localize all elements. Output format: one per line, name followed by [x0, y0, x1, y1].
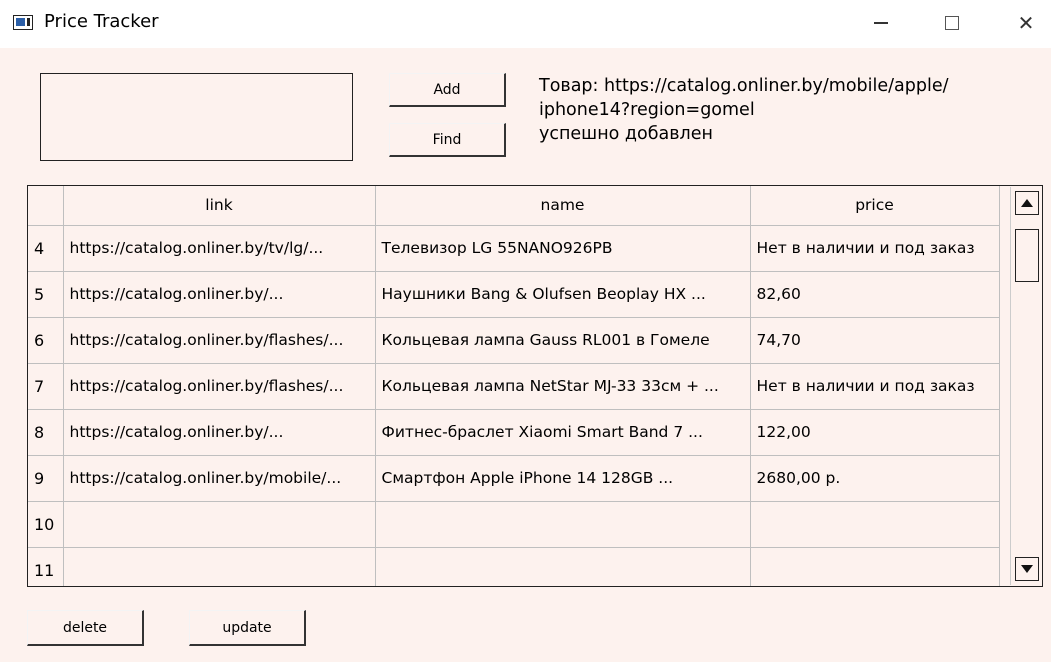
link-cell[interactable]	[63, 547, 376, 586]
link-cell[interactable]: https://catalog.onliner.by/...	[63, 271, 376, 318]
link-cell[interactable]: https://catalog.onliner.by/flashes/...	[63, 363, 376, 410]
row-number[interactable]: 4	[28, 225, 64, 272]
column-header-price[interactable]: price	[750, 186, 1000, 226]
row-number[interactable]: 7	[28, 363, 64, 410]
status-line: успешно добавлен	[539, 124, 713, 144]
table-row[interactable]: 4 https://catalog.onliner.by/tv/lg/... Т…	[28, 225, 1000, 272]
arrow-down-icon	[1021, 565, 1033, 573]
name-cell[interactable]: Наушники Bang & Olufsen Beoplay HX ...	[375, 271, 751, 318]
arrow-up-icon	[1021, 199, 1033, 207]
products-table: link name price 4 https://catalog.online…	[27, 185, 1043, 587]
row-number[interactable]: 5	[28, 271, 64, 318]
row-number[interactable]: 10	[28, 501, 64, 548]
title-bar: Price Tracker ✕	[0, 0, 1051, 48]
price-cell[interactable]: 2680,00 р.	[750, 455, 1000, 502]
name-cell[interactable]: Кольцевая лампа NetStar MJ-33 33см + ...	[375, 363, 751, 410]
link-input[interactable]	[40, 73, 353, 161]
price-cell[interactable]: Нет в наличии и под заказ	[750, 363, 1000, 410]
app-icon	[13, 15, 33, 30]
name-cell[interactable]: Телевизор LG 55NANO926PB	[375, 225, 751, 272]
status-line: Товар: https://catalog.onliner.by/mobile…	[539, 76, 949, 96]
table-header-row: link name price	[28, 186, 1000, 226]
column-header-link[interactable]: link	[63, 186, 376, 226]
main-panel: Add Find Товар: https://catalog.onliner.…	[0, 48, 1051, 662]
add-button[interactable]: Add	[389, 73, 506, 107]
link-cell[interactable]: https://catalog.onliner.by/...	[63, 409, 376, 456]
row-number[interactable]: 11	[28, 547, 64, 586]
column-header-name[interactable]: name	[375, 186, 751, 226]
name-cell[interactable]: Смартфон Apple iPhone 14 128GB ...	[375, 455, 751, 502]
name-cell[interactable]: Фитнес-браслет Xiaomi Smart Band 7 ...	[375, 409, 751, 456]
price-cell[interactable]: 122,00	[750, 409, 1000, 456]
scroll-thumb[interactable]	[1015, 229, 1039, 282]
maximize-button[interactable]	[929, 6, 975, 40]
name-cell[interactable]	[375, 501, 751, 548]
table-row[interactable]: 8 https://catalog.onliner.by/... Фитнес-…	[28, 409, 1000, 456]
price-cell[interactable]: 74,70	[750, 317, 1000, 364]
price-cell[interactable]	[750, 501, 1000, 548]
table-scrollbar[interactable]	[1010, 187, 1041, 585]
maximize-icon	[945, 16, 959, 30]
price-cell[interactable]	[750, 547, 1000, 586]
price-cell[interactable]: Нет в наличии и под заказ	[750, 225, 1000, 272]
minimize-icon	[874, 22, 888, 24]
link-cell[interactable]: https://catalog.onliner.by/flashes/...	[63, 317, 376, 364]
table-row[interactable]: 10	[28, 501, 1000, 548]
table-row[interactable]: 7 https://catalog.onliner.by/flashes/...…	[28, 363, 1000, 410]
name-cell[interactable]: Кольцевая лампа Gauss RL001 в Гомеле	[375, 317, 751, 364]
scroll-up-button[interactable]	[1015, 191, 1039, 215]
find-button[interactable]: Find	[389, 123, 506, 157]
link-cell[interactable]	[63, 501, 376, 548]
status-line: iphone14?region=gomel	[539, 100, 755, 120]
close-button[interactable]: ✕	[1003, 6, 1049, 40]
minimize-button[interactable]	[858, 6, 904, 40]
status-message: Товар: https://catalog.onliner.by/mobile…	[539, 74, 1019, 146]
window-title: Price Tracker	[44, 11, 159, 32]
price-cell[interactable]: 82,60	[750, 271, 1000, 318]
link-cell[interactable]: https://catalog.onliner.by/tv/lg/...	[63, 225, 376, 272]
delete-button[interactable]: delete	[27, 610, 144, 646]
link-cell[interactable]: https://catalog.onliner.by/mobile/...	[63, 455, 376, 502]
close-icon: ✕	[1017, 11, 1035, 35]
name-cell[interactable]	[375, 547, 751, 586]
corner-header[interactable]	[28, 186, 64, 226]
scroll-down-button[interactable]	[1015, 557, 1039, 581]
row-number[interactable]: 8	[28, 409, 64, 456]
update-button[interactable]: update	[189, 610, 306, 646]
table-row[interactable]: 9 https://catalog.onliner.by/mobile/... …	[28, 455, 1000, 502]
table-row[interactable]: 11	[28, 547, 1000, 586]
table-row[interactable]: 6 https://catalog.onliner.by/flashes/...…	[28, 317, 1000, 364]
row-number[interactable]: 6	[28, 317, 64, 364]
row-number[interactable]: 9	[28, 455, 64, 502]
table-row[interactable]: 5 https://catalog.onliner.by/... Наушник…	[28, 271, 1000, 318]
